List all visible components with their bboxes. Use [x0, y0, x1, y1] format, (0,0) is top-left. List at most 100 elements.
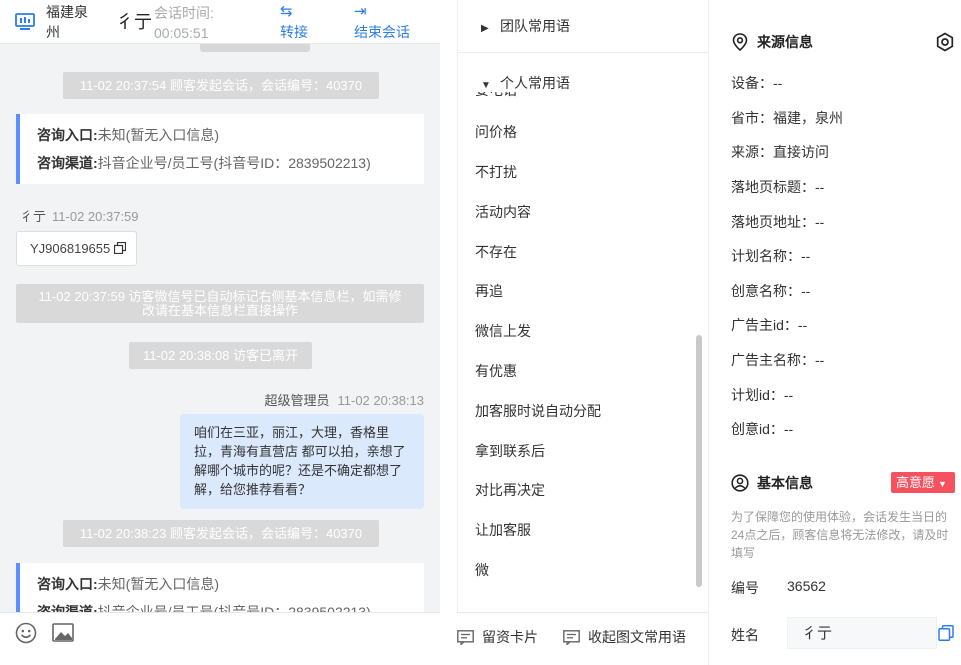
- team-phrases-group[interactable]: ▶ 团队常用语: [481, 16, 570, 36]
- consult-channel-value: 抖音企业号/员工号(抖音号ID：2839502213): [97, 604, 371, 612]
- system-message-left: 11-02 20:38:08 访客已离开: [129, 342, 312, 369]
- lead-card-label: 留资卡片: [482, 629, 538, 645]
- phrase-item[interactable]: 拿到联系后: [475, 441, 545, 461]
- message-list[interactable]: 11-02 20:37:54 顾客发起会话，会话编号：40370 咨询入口:未知…: [0, 44, 440, 612]
- phrase-item[interactable]: 让加客服: [475, 520, 531, 540]
- phrase-footer: 留资卡片 收起图文常用语: [457, 612, 708, 665]
- intent-badge[interactable]: 高意愿 ▼: [891, 472, 955, 493]
- chat-panel: 福建泉州 彳亍 会话时间: 00:05:51 ⇆ 转接 ⇥ 结束会话 11-02…: [0, 0, 440, 665]
- system-message: 11-02 20:38:23 顾客发起会话，会话编号：40370: [63, 520, 379, 547]
- monitor-icon: [15, 13, 35, 30]
- chat-toolbar: [0, 612, 440, 665]
- phrase-item[interactable]: 对比再决定: [475, 480, 545, 500]
- personal-phrases-label: 个人常用语: [500, 75, 570, 91]
- chat-header: 福建泉州 彳亍 会话时间: 00:05:51 ⇆ 转接 ⇥ 结束会话: [0, 0, 440, 44]
- edit-hint: 为了保障您的使用体验，会话发生当日的24点之后，顾客信息将无法修改，请及时填写: [731, 510, 949, 560]
- transfer-icon: ⇆: [280, 3, 293, 20]
- copy-icon[interactable]: [938, 625, 954, 641]
- source-info-title: 来源信息: [731, 32, 813, 52]
- session-time-label: 会话时间:: [154, 5, 214, 21]
- admin-name: 超级管理员: [264, 393, 330, 408]
- team-phrases-label: 团队常用语: [500, 18, 570, 34]
- visitor-code-text: YJ906819655: [30, 241, 111, 256]
- phrase-item[interactable]: 不打扰: [475, 162, 517, 182]
- header-tab-stub: [200, 44, 310, 52]
- group-divider: [458, 52, 709, 53]
- source-info-title-text: 来源信息: [757, 34, 813, 50]
- phrase-item[interactable]: 加客服时说自动分配: [475, 401, 601, 421]
- source-row-creative-id: 创意id：--: [731, 421, 794, 437]
- personal-phrases-group[interactable]: ▼ 个人常用语: [481, 73, 570, 93]
- source-row-region: 省市：福建，泉州: [731, 110, 843, 126]
- collapse-rich-phrases-label: 收起图文常用语: [588, 629, 686, 645]
- basic-info-title-text: 基本信息: [757, 475, 813, 491]
- caret-right-icon: ▶: [481, 23, 489, 34]
- gear-icon[interactable]: [935, 32, 955, 52]
- phrase-item[interactable]: 微: [475, 560, 489, 580]
- phrase-item[interactable]: 再追: [475, 281, 503, 301]
- lead-card-button[interactable]: 留资卡片: [457, 627, 538, 647]
- copy-icon[interactable]: [113, 241, 126, 255]
- consult-entry-value: 未知(暂无入口信息): [97, 576, 219, 592]
- source-row-advertiser-id: 广告主id：--: [731, 317, 808, 333]
- phrase-item[interactable]: 有优惠: [475, 361, 517, 381]
- phrase-item[interactable]: 问价格: [475, 122, 517, 142]
- caret-down-icon: ▼: [481, 80, 491, 91]
- phrase-list[interactable]: 要电话 问价格 不打扰 活动内容 不存在 再追 微信上发 有优惠 加客服时说自动…: [458, 92, 709, 594]
- admin-message-time: 11-02 20:38:13: [337, 393, 425, 408]
- consult-channel-value: 抖音企业号/员工号(抖音号ID：2839502213): [97, 155, 371, 171]
- consult-info-card: 咨询入口:未知(暂无入口信息) 咨询渠道:抖音企业号/员工号(抖音号ID：283…: [16, 114, 424, 184]
- system-message-wechat: 11-02 20:37:59 访客微信号已自动标记右侧基本信息栏，如需修 改请在…: [16, 284, 424, 323]
- source-row-plan-name: 计划名称：--: [731, 248, 811, 264]
- consult-channel-key: 咨询渠道:: [37, 604, 98, 612]
- phrase-item[interactable]: 活动内容: [475, 202, 531, 222]
- source-row-origin: 来源：直接访问: [731, 144, 829, 160]
- consult-entry-line: 咨询入口:未知(暂无入口信息): [37, 124, 424, 152]
- end-session-button[interactable]: ⇥ 结束会话: [354, 2, 410, 42]
- collapse-rich-phrases-button[interactable]: 收起图文常用语: [563, 627, 686, 647]
- id-value: 36562: [787, 578, 826, 594]
- phrase-item[interactable]: 要电话: [475, 92, 517, 100]
- message-icon: [563, 630, 580, 646]
- source-row-landing-title: 落地页标题：--: [731, 179, 825, 195]
- phrase-scrollbar[interactable]: [696, 335, 702, 587]
- consult-entry-key: 咨询入口:: [37, 127, 98, 143]
- consult-entry-value: 未知(暂无入口信息): [97, 127, 219, 143]
- caret-down-icon: ▼: [938, 479, 947, 489]
- visitor-message-name: 彳亍: [20, 210, 47, 225]
- source-row-creative-name: 创意名称：--: [731, 283, 811, 299]
- admin-message-bubble: 咱们在三亚，丽江，大理，香格里拉，青海有直营店 都可以拍，亲想了解哪个城市的呢？…: [180, 414, 424, 509]
- consult-channel-line: 咨询渠道:抖音企业号/员工号(抖音号ID：2839502213): [37, 601, 424, 612]
- system-message: 11-02 20:37:54 顾客发起会话，会话编号：40370: [63, 72, 379, 99]
- system-message-line: 11-02 20:37:59 访客微信号已自动标记右侧基本信息栏，如需修: [38, 289, 402, 304]
- consult-info-card: 咨询入口:未知(暂无入口信息) 咨询渠道:抖音企业号/员工号(抖音号ID：283…: [16, 563, 424, 612]
- visitor-message-meta: 彳亍 11-02 20:37:59: [20, 206, 139, 225]
- source-row-landing-url: 落地页地址：--: [731, 214, 825, 230]
- session-time: 00:05:51: [154, 25, 209, 41]
- phrases-panel: ▶ 团队常用语 ▼ 个人常用语 要电话 问价格 不打扰 活动内容 不存在 再追 微信…: [457, 0, 709, 665]
- name-label: 姓名: [731, 627, 759, 643]
- emoji-icon[interactable]: [15, 622, 37, 644]
- transfer-label: 转接: [280, 24, 308, 40]
- visitor-location: 福建泉州: [46, 4, 88, 40]
- phrase-item[interactable]: 微信上发: [475, 321, 531, 341]
- source-row-device: 设备：--: [731, 75, 783, 91]
- end-session-label: 结束会话: [354, 24, 410, 40]
- location-pin-icon: [732, 33, 748, 52]
- phrase-item[interactable]: 不存在: [475, 242, 517, 262]
- source-row-advertiser-name: 广告主名称：--: [731, 352, 825, 368]
- customer-info-panel: 来源信息 设备：-- 省市：福建，泉州 来源：直接访问 落地页标题：-- 落地页…: [708, 0, 961, 665]
- visitor-message-time: 11-02 20:37:59: [52, 209, 139, 224]
- consult-entry-key: 咨询入口:: [37, 576, 98, 592]
- visitor-code-chip[interactable]: YJ906819655: [16, 231, 137, 266]
- admin-message-meta: 超级管理员 11-02 20:38:13: [264, 390, 424, 409]
- source-row-plan-id: 计划id：--: [731, 387, 794, 403]
- card-icon: [457, 630, 474, 646]
- transfer-button[interactable]: ⇆ 转接: [280, 2, 308, 42]
- image-icon[interactable]: [52, 622, 74, 644]
- consult-channel-line: 咨询渠道:抖音企业号/员工号(抖音号ID：2839502213): [37, 152, 424, 180]
- user-icon: [731, 474, 749, 492]
- consult-channel-key: 咨询渠道:: [37, 155, 98, 171]
- name-input[interactable]: 彳亍: [787, 617, 937, 649]
- system-message-line: 改请在基本信息栏直接操作: [141, 303, 298, 318]
